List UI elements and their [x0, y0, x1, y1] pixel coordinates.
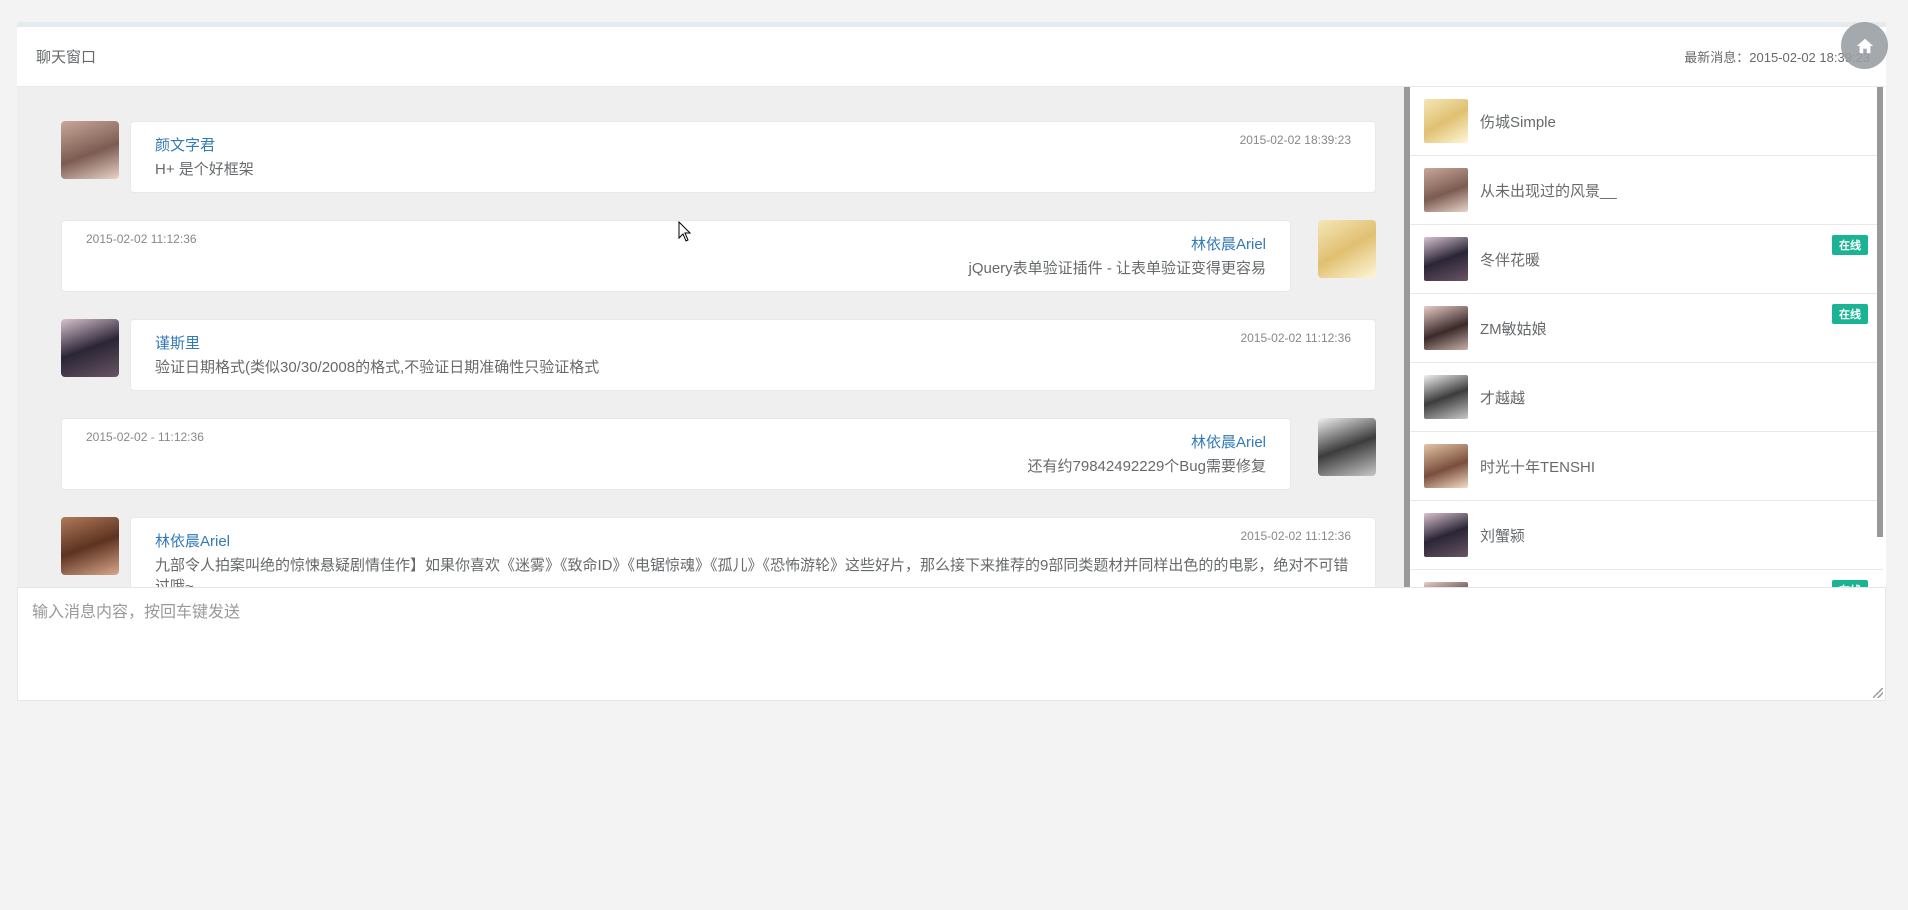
resize-grip-icon[interactable] [1873, 688, 1883, 698]
message-text: 九部令人拍案叫绝的惊悚悬疑剧情佳作】如果你喜欢《迷雾》《致命ID》《电锯惊魂》《… [155, 557, 1349, 587]
user-avatar [1424, 99, 1468, 143]
message-item: 2015-02-02 11:12:36 林依晨Ariel 九部令人拍案叫绝的惊悚… [61, 517, 1376, 587]
avatar[interactable] [61, 319, 119, 377]
user-avatar [1424, 513, 1468, 557]
message-bubble: 2015-02-02 11:12:36 林依晨Ariel 九部令人拍案叫绝的惊悚… [130, 517, 1376, 587]
message-text: H+ 是个好框架 [155, 161, 254, 178]
message-author-link[interactable]: 林依晨Ariel [86, 233, 1266, 254]
user-list[interactable]: 伤城Simple 从未出现过的风景__ 冬伴花暖 在线 ZM敏姑娘 在线 才越越… [1404, 87, 1883, 587]
message-item: 2015-02-02 11:12:36 谨斯里 验证日期格式(类似30/30/2… [61, 319, 1376, 391]
user-item[interactable]: 冬伴花暖 在线 [1410, 225, 1883, 294]
message-author-link[interactable]: 谨斯里 [155, 332, 1351, 353]
user-avatar [1424, 237, 1468, 281]
user-item[interactable]: 刘蟹颍 [1410, 501, 1883, 570]
message-item: 2015-02-02 - 11:12:36 林依晨Ariel 还有约798424… [61, 418, 1376, 490]
user-item[interactable]: 时光十年TENSHI [1410, 432, 1883, 501]
message-bubble: 2015-02-02 18:39:23 颜文字君 H+ 是个好框架 [130, 121, 1376, 193]
user-item[interactable]: 才越越 [1410, 363, 1883, 432]
message-input[interactable]: 输入消息内容，按回车键发送 [17, 587, 1886, 701]
message-text: 还有约79842492229个Bug需要修复 [1027, 458, 1266, 475]
user-name: ZM敏姑娘 [1480, 320, 1547, 338]
user-avatar [1424, 306, 1468, 350]
user-name: 刘蟹颍 [1480, 527, 1526, 545]
avatar[interactable] [61, 121, 119, 179]
message-item: 2015-02-02 18:39:23 颜文字君 H+ 是个好框架 [61, 121, 1376, 193]
chat-panel: 聊天窗口 最新消息：2015-02-02 18:39:23 2015-02-02… [17, 22, 1886, 701]
message-bubble: 2015-02-02 - 11:12:36 林依晨Ariel 还有约798424… [61, 418, 1291, 490]
user-name: 冬伴花暖 [1480, 251, 1541, 269]
user-avatar [1424, 375, 1468, 419]
message-text: 验证日期格式(类似30/30/2008的格式,不验证日期准确性只验证格式 [155, 359, 600, 376]
message-text: jQuery表单验证插件 - 让表单验证变得更容易 [968, 260, 1266, 277]
online-badge: 在线 [1832, 580, 1868, 587]
mouse-cursor-icon [678, 221, 692, 242]
panel-header: 聊天窗口 最新消息：2015-02-02 18:39:23 [17, 27, 1886, 87]
user-item[interactable]: 从未出现过的风景__ [1410, 156, 1883, 225]
avatar[interactable] [1318, 418, 1376, 476]
avatar[interactable] [1318, 220, 1376, 278]
message-author-link[interactable]: 林依晨Ariel [155, 530, 1351, 551]
user-item[interactable]: 在线 [1410, 570, 1883, 587]
message-input-placeholder: 输入消息内容，按回车键发送 [32, 604, 241, 621]
message-bubble: 2015-02-02 11:12:36 谨斯里 验证日期格式(类似30/30/2… [130, 319, 1376, 391]
user-avatar [1424, 444, 1468, 488]
message-time: 2015-02-02 11:12:36 [1240, 331, 1351, 345]
avatar[interactable] [61, 517, 119, 575]
message-time: 2015-02-02 11:12:36 [1240, 529, 1351, 543]
online-badge: 在线 [1832, 235, 1868, 255]
message-author-link[interactable]: 颜文字君 [155, 134, 1351, 155]
home-button[interactable] [1841, 22, 1888, 69]
user-item[interactable]: 伤城Simple [1410, 87, 1883, 156]
user-avatar [1424, 168, 1468, 212]
message-time: 2015-02-02 11:12:36 [86, 232, 197, 246]
user-list-scrollbar[interactable] [1877, 87, 1883, 537]
user-name: 才越越 [1480, 389, 1526, 407]
message-item: 2015-02-02 11:12:36 林依晨Ariel jQuery表单验证插… [61, 220, 1376, 292]
message-list[interactable]: 2015-02-02 18:39:23 颜文字君 H+ 是个好框架 2015-0… [17, 87, 1404, 587]
user-name: 时光十年TENSHI [1480, 458, 1596, 476]
user-name: 伤城Simple [1480, 113, 1556, 131]
message-time: 2015-02-02 - 11:12:36 [86, 430, 204, 444]
online-badge: 在线 [1832, 304, 1868, 324]
message-time: 2015-02-02 18:39:23 [1239, 133, 1351, 147]
panel-title: 聊天窗口 [36, 49, 97, 66]
message-bubble: 2015-02-02 11:12:36 林依晨Ariel jQuery表单验证插… [61, 220, 1291, 292]
user-item[interactable]: ZM敏姑娘 在线 [1410, 294, 1883, 363]
user-name: 从未出现过的风景__ [1480, 182, 1617, 200]
home-icon [1856, 38, 1873, 53]
message-author-link[interactable]: 林依晨Ariel [86, 431, 1266, 452]
